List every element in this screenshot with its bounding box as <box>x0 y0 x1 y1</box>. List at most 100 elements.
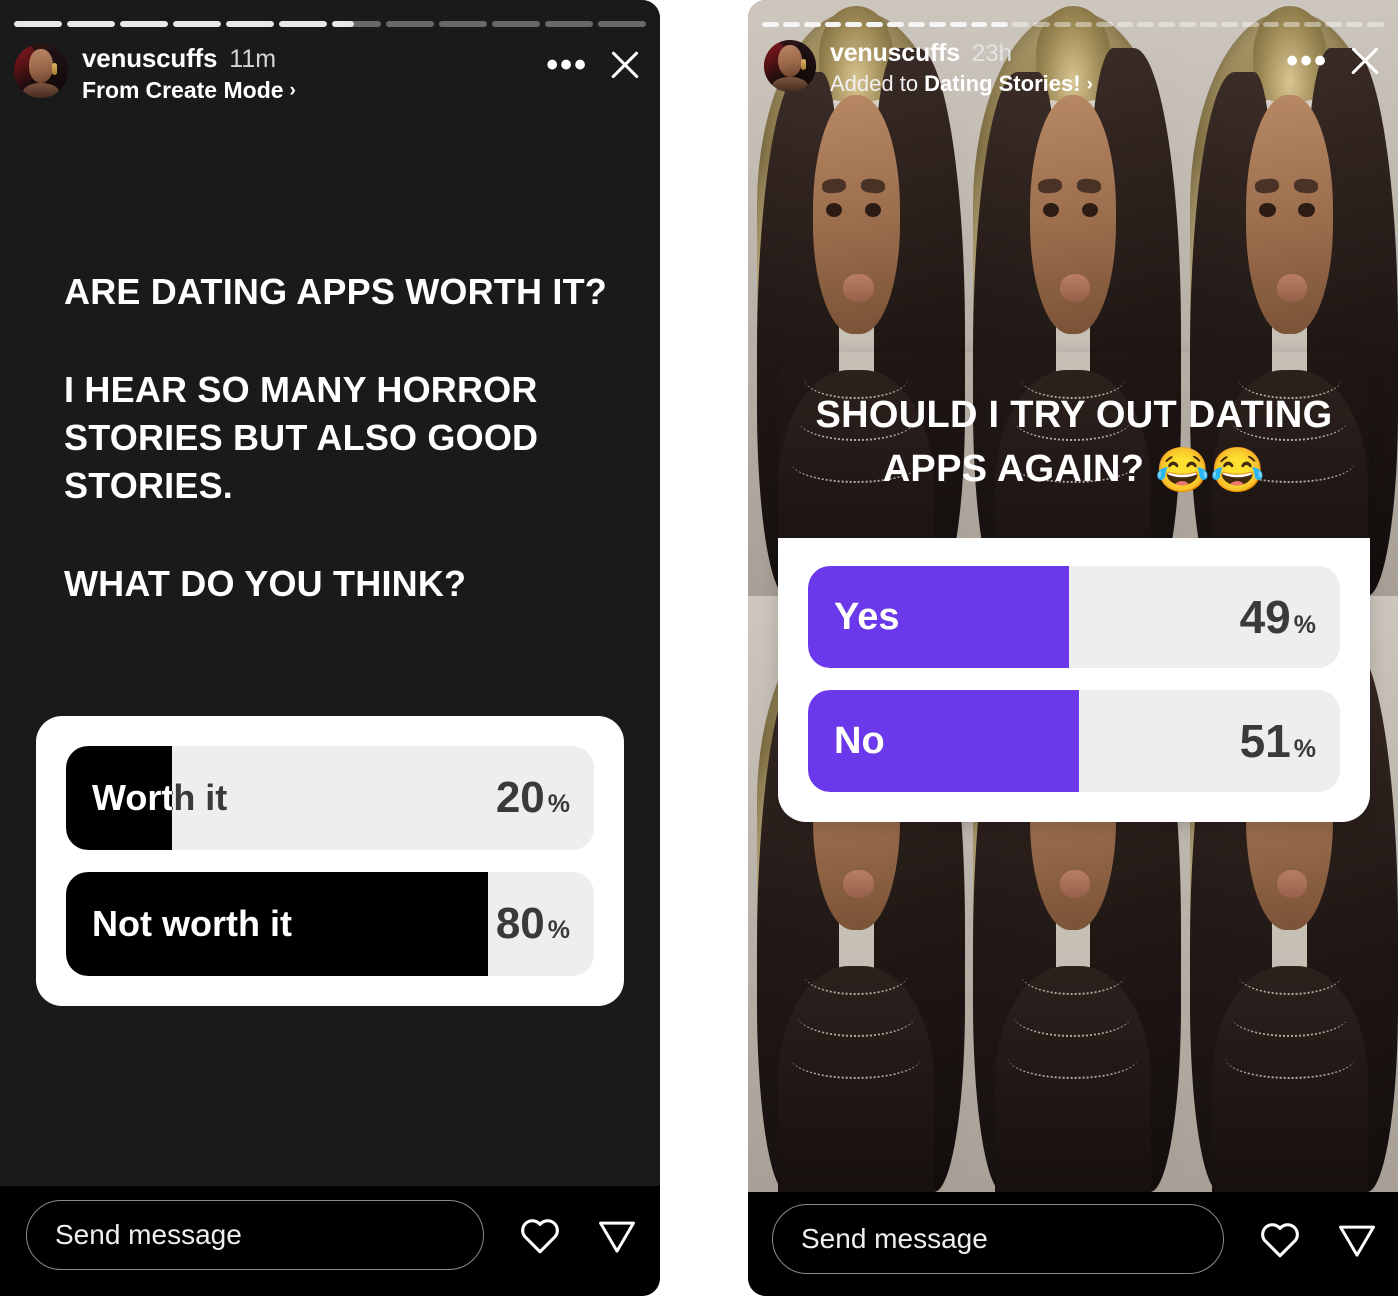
story-context-name: Create Mode <box>145 77 284 103</box>
send-message-input[interactable]: Send message <box>772 1204 1224 1274</box>
story-progress-segment[interactable] <box>1366 22 1384 27</box>
story-progress-segment[interactable] <box>173 21 222 27</box>
story-progress-segment-fill <box>332 21 355 27</box>
story-context-prefix: From <box>82 77 140 103</box>
story-progress-segment-fill <box>279 21 328 27</box>
story-progress-segment[interactable] <box>866 22 884 27</box>
story-progress-segment[interactable] <box>845 22 863 27</box>
story-context-link[interactable]: Added to Dating Stories! › <box>830 71 1276 97</box>
story-progress-segment[interactable] <box>1054 22 1071 27</box>
percent-symbol: % <box>1293 735 1316 763</box>
story-progress-segment-fill <box>782 22 800 27</box>
story-progress-segment-fill <box>845 22 863 27</box>
avatar[interactable] <box>764 40 816 92</box>
poll-question: SHOULD I TRY OUT DATING APPS AGAIN? 😂😂 <box>815 394 1333 495</box>
story-progress-segment[interactable] <box>385 21 434 27</box>
story-progress-segment[interactable] <box>1304 22 1322 27</box>
send-message-placeholder: Send message <box>55 1219 242 1250</box>
story-progress-bar-left[interactable] <box>0 21 660 27</box>
story-progress-segment-fill <box>866 22 884 27</box>
story-progress-segment-fill <box>14 21 63 27</box>
poll-options-container: Yes 49 % Yes 49 % <box>778 538 1370 822</box>
send-icon[interactable] <box>596 1214 638 1256</box>
username-label[interactable]: venuscuffs <box>82 43 217 74</box>
story-progress-segment[interactable] <box>1116 22 1134 27</box>
story-header-left: venuscuffs 11m From Create Mode › ••• <box>0 42 660 104</box>
more-options-icon[interactable]: ••• <box>546 48 588 82</box>
send-icon[interactable] <box>1336 1218 1378 1260</box>
heart-icon[interactable] <box>518 1215 562 1255</box>
poll-option-row[interactable]: Worth it 20 % Worth it 20 % <box>66 746 594 850</box>
story-context-prefix: Added to <box>830 71 919 96</box>
footer-actions-left <box>518 1214 638 1256</box>
story-meta-left: venuscuffs 11m From Create Mode › <box>82 42 536 104</box>
poll-option-row[interactable]: Yes 49 % Yes 49 % <box>808 566 1340 668</box>
story-progress-segment[interactable] <box>991 22 1009 27</box>
story-progress-segment[interactable] <box>824 22 842 27</box>
story-progress-segment[interactable] <box>1241 22 1259 27</box>
story-progress-segment[interactable] <box>1283 22 1301 27</box>
story-progress-segment[interactable] <box>120 21 169 27</box>
story-progress-segment[interactable] <box>762 22 779 27</box>
timestamp-label: 23h <box>971 40 1013 67</box>
story-progress-segment[interactable] <box>1033 22 1051 27</box>
chevron-right-icon: › <box>289 80 296 101</box>
story-progress-segment[interactable] <box>14 21 63 27</box>
close-icon[interactable] <box>1346 42 1384 80</box>
username-label[interactable]: venuscuffs <box>830 39 960 68</box>
story-progress-segment[interactable] <box>970 22 988 27</box>
story-progress-segment[interactable] <box>887 22 905 27</box>
story-progress-bar-right[interactable] <box>748 22 1398 27</box>
poll-percent-value: 80 <box>495 899 545 948</box>
percent-symbol: % <box>547 790 570 818</box>
avatar-shoulders <box>772 77 808 92</box>
story-progress-segment[interactable] <box>1325 22 1343 27</box>
close-icon[interactable] <box>606 46 644 84</box>
story-progress-segment[interactable] <box>1137 22 1155 27</box>
story-progress-segment[interactable] <box>1346 22 1363 27</box>
story-progress-segment[interactable] <box>1012 22 1030 27</box>
footer-actions-right <box>1258 1218 1378 1260</box>
poll-option-row[interactable]: Not worth it 80 % Not worth it 80 % <box>66 872 594 976</box>
story-media-right: venuscuffs 23h Added to Dating Stories! … <box>748 0 1398 1192</box>
screenshot-canvas: venuscuffs 11m From Create Mode › ••• AR… <box>0 0 1398 1296</box>
story-progress-segment-fill <box>173 21 222 27</box>
avatar[interactable] <box>14 44 68 98</box>
poll-percent-value: 51 <box>1239 715 1291 767</box>
story-progress-segment[interactable] <box>597 21 646 27</box>
heart-icon[interactable] <box>1258 1219 1302 1259</box>
story-progress-segment[interactable] <box>279 21 328 27</box>
story-text-line-3: WHAT DO YOU THINK? <box>64 563 467 604</box>
story-progress-segment[interactable] <box>1220 22 1238 27</box>
story-progress-segment[interactable] <box>332 21 381 27</box>
story-progress-segment[interactable] <box>67 21 116 27</box>
story-progress-segment[interactable] <box>803 22 821 27</box>
poll-sticker-left: Worth it 20 % Worth it 20 % <box>36 716 624 1006</box>
story-progress-segment[interactable] <box>908 22 925 27</box>
poll-option-row[interactable]: No 51 % No 51 % <box>808 690 1340 792</box>
story-progress-segment[interactable] <box>491 21 540 27</box>
story-context-link[interactable]: From Create Mode › <box>82 77 536 104</box>
story-header-actions-right: ••• <box>1286 38 1384 80</box>
story-progress-segment[interactable] <box>1262 22 1280 27</box>
story-progress-segment-fill <box>908 22 925 27</box>
story-progress-segment[interactable] <box>544 21 593 27</box>
story-progress-segment[interactable] <box>1200 22 1217 27</box>
send-message-input[interactable]: Send message <box>26 1200 484 1270</box>
story-progress-segment-fill <box>991 22 1009 27</box>
story-progress-segment[interactable] <box>1179 22 1197 27</box>
more-options-icon[interactable]: ••• <box>1286 44 1328 78</box>
story-progress-segment[interactable] <box>949 22 967 27</box>
avatar-earring <box>800 58 806 71</box>
story-progress-segment[interactable] <box>438 21 487 27</box>
story-progress-segment[interactable] <box>1095 22 1113 27</box>
story-progress-segment-fill <box>762 22 779 27</box>
story-progress-segment-fill <box>67 21 116 27</box>
story-progress-segment[interactable] <box>928 22 946 27</box>
story-progress-segment-fill <box>226 21 275 27</box>
story-progress-segment[interactable] <box>782 22 800 27</box>
story-progress-segment[interactable] <box>1074 22 1092 27</box>
story-media-left: venuscuffs 11m From Create Mode › ••• AR… <box>0 0 660 1186</box>
story-progress-segment[interactable] <box>1158 22 1176 27</box>
story-progress-segment[interactable] <box>226 21 275 27</box>
